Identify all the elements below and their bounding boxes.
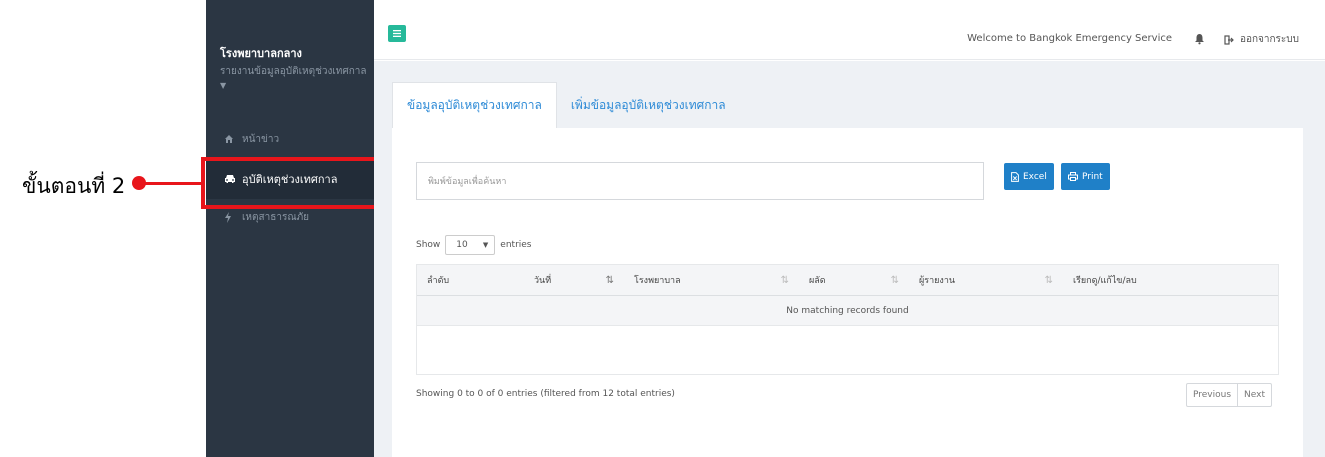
table-header: ลำดับ วันที่ ⇅ โรงพยาบาล ⇅ ผลัด ⇅ ผู้ราย…: [417, 265, 1278, 296]
sort-icon: ⇅: [890, 274, 899, 286]
col-header-reporter[interactable]: ผู้รายงาน ⇅: [909, 265, 1063, 295]
excel-button[interactable]: Excel: [1004, 163, 1054, 190]
entries-value: 10: [456, 240, 468, 250]
col-header-hospital[interactable]: โรงพยาบาล ⇅: [624, 265, 799, 295]
topbar: Welcome to Bangkok Emergency Service ออก…: [374, 0, 1325, 60]
sort-icon: ⇅: [1044, 274, 1053, 286]
search-placeholder: พิมพ์ข้อมูลเพื่อค้นหา: [428, 177, 507, 187]
home-icon: [224, 133, 236, 145]
hamburger-icon: [393, 30, 401, 37]
col-header-label: เรียกดู/แก้ไข/ลบ: [1073, 276, 1137, 286]
caret-down-icon: ▼: [482, 241, 489, 249]
length-control: Show 10 ▼ entries: [416, 235, 532, 255]
col-header-shift[interactable]: ผลัด ⇅: [799, 265, 909, 295]
sidebar-item-news[interactable]: หน้าข่าว: [206, 128, 374, 150]
table-empty-row: No matching records found: [417, 296, 1278, 326]
sidebar-item-label: เหตุสาธารณภัย: [242, 211, 310, 223]
sort-asc-icon: ⇅: [605, 274, 614, 286]
print-label: Print: [1082, 171, 1103, 182]
sidebar-title: โรงพยาบาลกลาง: [220, 47, 302, 60]
tab-festival-accident-data[interactable]: ข้อมูลอุบัติเหตุช่วงเทศกาล: [392, 82, 557, 128]
highlight-box: [201, 157, 381, 209]
tab-bar: ข้อมูลอุบัติเหตุช่วงเทศกาล เพิ่มข้อมูลอุ…: [392, 82, 740, 128]
excel-label: Excel: [1023, 171, 1047, 182]
main-content: ข้อมูลอุบัติเหตุช่วงเทศกาล เพิ่มข้อมูลอุ…: [374, 61, 1325, 457]
data-table: ลำดับ วันที่ ⇅ โรงพยาบาล ⇅ ผลัด ⇅ ผู้ราย…: [416, 264, 1279, 375]
logout-link[interactable]: ออกจากระบบ: [1224, 32, 1299, 47]
show-label: Show: [416, 240, 441, 250]
table-info: Showing 0 to 0 of 0 entries (filtered fr…: [416, 389, 675, 399]
step-label: ขั้นตอนที่ 2: [22, 174, 126, 198]
tab-panel: พิมพ์ข้อมูลเพื่อค้นหา Excel Print Show 1…: [392, 128, 1303, 457]
tab-add-festival-accident[interactable]: เพิ่มข้อมูลอุบัติเหตุช่วงเทศกาล: [557, 82, 740, 128]
bolt-icon: [224, 211, 236, 223]
bell-icon[interactable]: [1194, 30, 1205, 49]
col-header-label: วันที่: [534, 276, 552, 286]
welcome-text: Welcome to Bangkok Emergency Service: [967, 33, 1172, 44]
next-button[interactable]: Next: [1237, 384, 1271, 406]
col-header-label: ลำดับ: [427, 276, 450, 286]
file-excel-icon: [1011, 171, 1019, 182]
print-button[interactable]: Print: [1061, 163, 1110, 190]
sidebar-item-disasters[interactable]: เหตุสาธารณภัย: [206, 206, 374, 228]
sidebar: โรงพยาบาลกลาง รายงานข้อมูลอุบัติเหตุช่วง…: [206, 0, 374, 457]
col-header-date[interactable]: วันที่ ⇅: [524, 265, 624, 295]
col-header-actions[interactable]: เรียกดู/แก้ไข/ลบ: [1063, 265, 1278, 295]
menu-toggle-button[interactable]: [388, 25, 406, 42]
col-header-label: ผู้รายงาน: [919, 276, 956, 286]
caret-down-icon: ▼: [220, 81, 227, 90]
sidebar-item-label: หน้าข่าว: [242, 133, 280, 145]
sign-out-icon: [1224, 34, 1234, 45]
sidebar-subtitle-text: รายงานข้อมูลอุบัติเหตุช่วงเทศกาล: [220, 66, 367, 77]
col-header-label: ผลัด: [809, 276, 826, 286]
entries-label: entries: [500, 240, 532, 250]
previous-button[interactable]: Previous: [1187, 384, 1237, 406]
pagination: Previous Next: [1186, 383, 1273, 407]
entries-select[interactable]: 10 ▼: [445, 235, 496, 255]
step-pointer-line: [144, 182, 202, 185]
col-header-label: โรงพยาบาล: [634, 276, 681, 286]
print-icon: [1068, 172, 1078, 181]
logout-label: ออกจากระบบ: [1239, 34, 1299, 45]
col-header-order[interactable]: ลำดับ: [417, 265, 524, 295]
sort-icon: ⇅: [780, 274, 789, 286]
sidebar-brand: โรงพยาบาลกลาง รายงานข้อมูลอุบัติเหตุช่วง…: [220, 44, 370, 93]
sidebar-subtitle[interactable]: รายงานข้อมูลอุบัติเหตุช่วงเทศกาล ▼: [220, 65, 370, 93]
search-input[interactable]: พิมพ์ข้อมูลเพื่อค้นหา: [416, 162, 984, 200]
table-blank-area: [417, 326, 1278, 374]
